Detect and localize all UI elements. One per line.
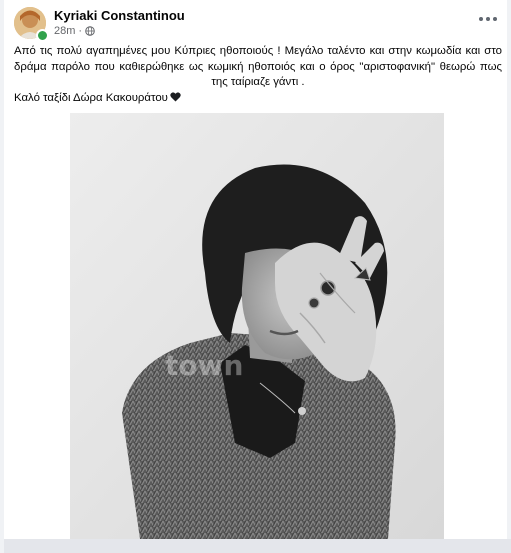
more-options-icon[interactable] xyxy=(477,10,499,28)
post-media: town xyxy=(4,113,507,539)
black-heart-icon xyxy=(170,91,181,101)
online-status-dot xyxy=(36,29,49,42)
post-body-text: Από τις πολύ αγαπημένες μου Κύπριες ηθοπ… xyxy=(14,44,502,106)
photo-watermark: town xyxy=(165,349,243,382)
post-time[interactable]: 28m xyxy=(54,25,75,37)
post-photo[interactable]: town xyxy=(70,113,444,539)
post-meta: 28m · xyxy=(54,25,95,37)
bottom-bar xyxy=(4,539,511,553)
post-text-paragraph: Από τις πολύ αγαπημένες μου Κύπριες ηθοπ… xyxy=(14,45,502,88)
meta-separator: · xyxy=(78,25,83,37)
post-header: Kyriaki Constantinou 28m · xyxy=(14,6,499,42)
author-name[interactable]: Kyriaki Constantinou xyxy=(54,8,185,23)
post-text-closing: Καλό ταξίδι Δώρα Κακουράτου xyxy=(14,91,502,107)
post-card: Kyriaki Constantinou 28m · Από τις πολύ … xyxy=(4,0,511,553)
post-text-closing-label: Καλό ταξίδι Δώρα Κακουράτου xyxy=(14,91,168,104)
globe-icon[interactable] xyxy=(85,26,95,36)
